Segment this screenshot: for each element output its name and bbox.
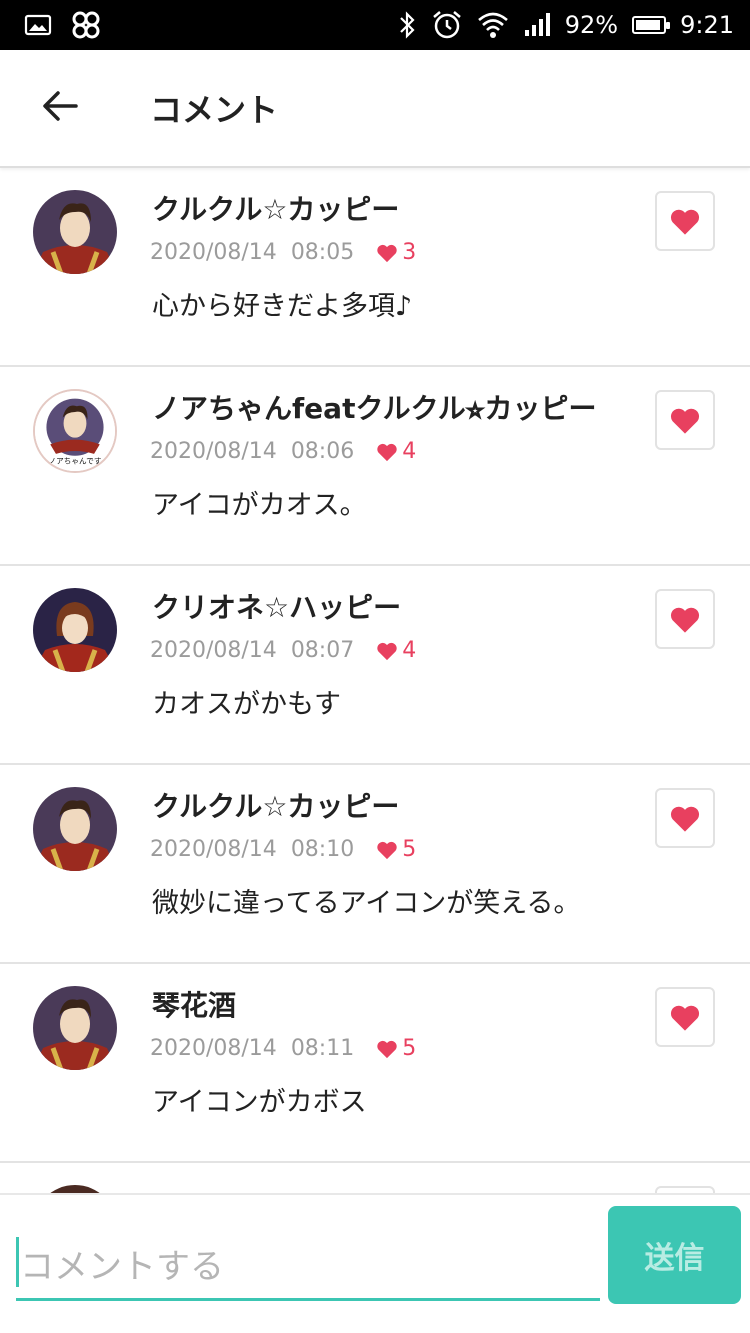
comment-composer: 送信 [0,1193,750,1333]
avatar[interactable] [33,190,117,274]
heart-icon [670,209,700,235]
comment-text: 心から好きだよ多項♪ [152,291,413,322]
like-count: 3 [376,240,416,265]
comment-item: クリオネ☆ハッピー 2020/08/14 08:07 4 カオスがかもす [0,566,750,765]
battery-icon [632,16,671,34]
comment-author: 琴花酒 [152,989,237,1022]
comment-date: 2020/08/14 [150,837,277,862]
comment-date: 2020/08/14 [150,1036,277,1061]
heart-icon [377,244,397,262]
comment-time: 08:05 [290,240,355,265]
comment-item-partial [0,1163,750,1193]
comment-meta: 2020/08/14 08:10 5 [150,837,416,862]
signal-icon [523,12,551,38]
comment-meta: 2020/08/14 08:07 4 [150,638,416,663]
like-button[interactable] [655,788,715,848]
heart-icon [377,642,397,660]
arrow-left-icon [40,89,80,127]
comment-text: カオスがかもす [152,689,341,720]
like-button[interactable] [655,589,715,649]
avatar[interactable] [33,1185,117,1193]
heart-icon [377,1040,397,1058]
svg-text:ノアちゃんです: ノアちゃんです [49,456,102,465]
comment-list[interactable]: クルクル☆カッピー 2020/08/14 08:05 3 心から好きだよ多項♪ … [0,168,750,1193]
comment-date: 2020/08/14 [150,240,277,265]
image-icon [24,13,52,37]
like-count: 4 [376,638,416,663]
like-button[interactable] [655,1186,715,1193]
heart-icon [377,443,397,461]
comment-author: クリオネ☆ハッピー [152,591,402,624]
heart-icon [670,408,700,434]
pinwheel-icon [70,9,102,41]
avatar[interactable] [33,787,117,871]
text-caret [16,1237,19,1287]
status-bar: 92% 9:21 [0,0,750,50]
comment-time: 08:11 [290,1036,355,1061]
comment-meta: 2020/08/14 08:05 3 [150,240,416,265]
like-count: 5 [376,1036,416,1061]
comment-author: クルクル☆カッピー [152,193,400,226]
comment-time: 08:07 [290,638,355,663]
heart-icon [377,841,397,859]
send-button[interactable]: 送信 [608,1206,741,1304]
battery-percent: 92% [564,11,619,39]
comment-time: 08:10 [290,837,355,862]
wifi-icon [477,10,509,40]
avatar[interactable]: ノアちゃんです [33,389,117,473]
comment-text: 微妙に違ってるアイコンが笑える。 [152,888,581,919]
back-button[interactable] [30,78,90,138]
comment-date: 2020/08/14 [150,439,277,464]
alarm-icon [431,9,463,41]
avatar[interactable] [33,986,117,1070]
heart-icon [670,806,700,832]
heart-icon [670,607,700,633]
comment-item: ノアちゃんです ノアちゃんfeatクルクル⭐︎カッピー 2020/08/14 0… [0,367,750,566]
comment-item: 琴花酒 2020/08/14 08:11 5 アイコンがカボス [0,964,750,1163]
comment-author: ノアちゃんfeatクルクル⭐︎カッピー [152,392,597,425]
comment-time: 08:06 [290,439,355,464]
bluetooth-icon [397,10,417,40]
like-button[interactable] [655,987,715,1047]
comment-item: クルクル☆カッピー 2020/08/14 08:10 5 微妙に違ってるアイコン… [0,765,750,964]
avatar[interactable] [33,588,117,672]
comment-author: クルクル☆カッピー [152,790,400,823]
comment-meta: 2020/08/14 08:11 5 [150,1036,416,1061]
like-button[interactable] [655,390,715,450]
app-bar: コメント [0,50,750,168]
clock: 9:21 [680,11,734,39]
comment-input[interactable] [16,1235,600,1301]
comment-text: アイコンがカボス [152,1087,367,1118]
comment-text: アイコがカオス。 [152,490,367,521]
comment-meta: 2020/08/14 08:06 4 [150,439,416,464]
comment-item: クルクル☆カッピー 2020/08/14 08:05 3 心から好きだよ多項♪ [0,168,750,367]
comment-date: 2020/08/14 [150,638,277,663]
heart-icon [670,1005,700,1031]
like-count: 5 [376,837,416,862]
page-title: コメント [150,91,279,129]
like-button[interactable] [655,191,715,251]
like-count: 4 [376,439,416,464]
